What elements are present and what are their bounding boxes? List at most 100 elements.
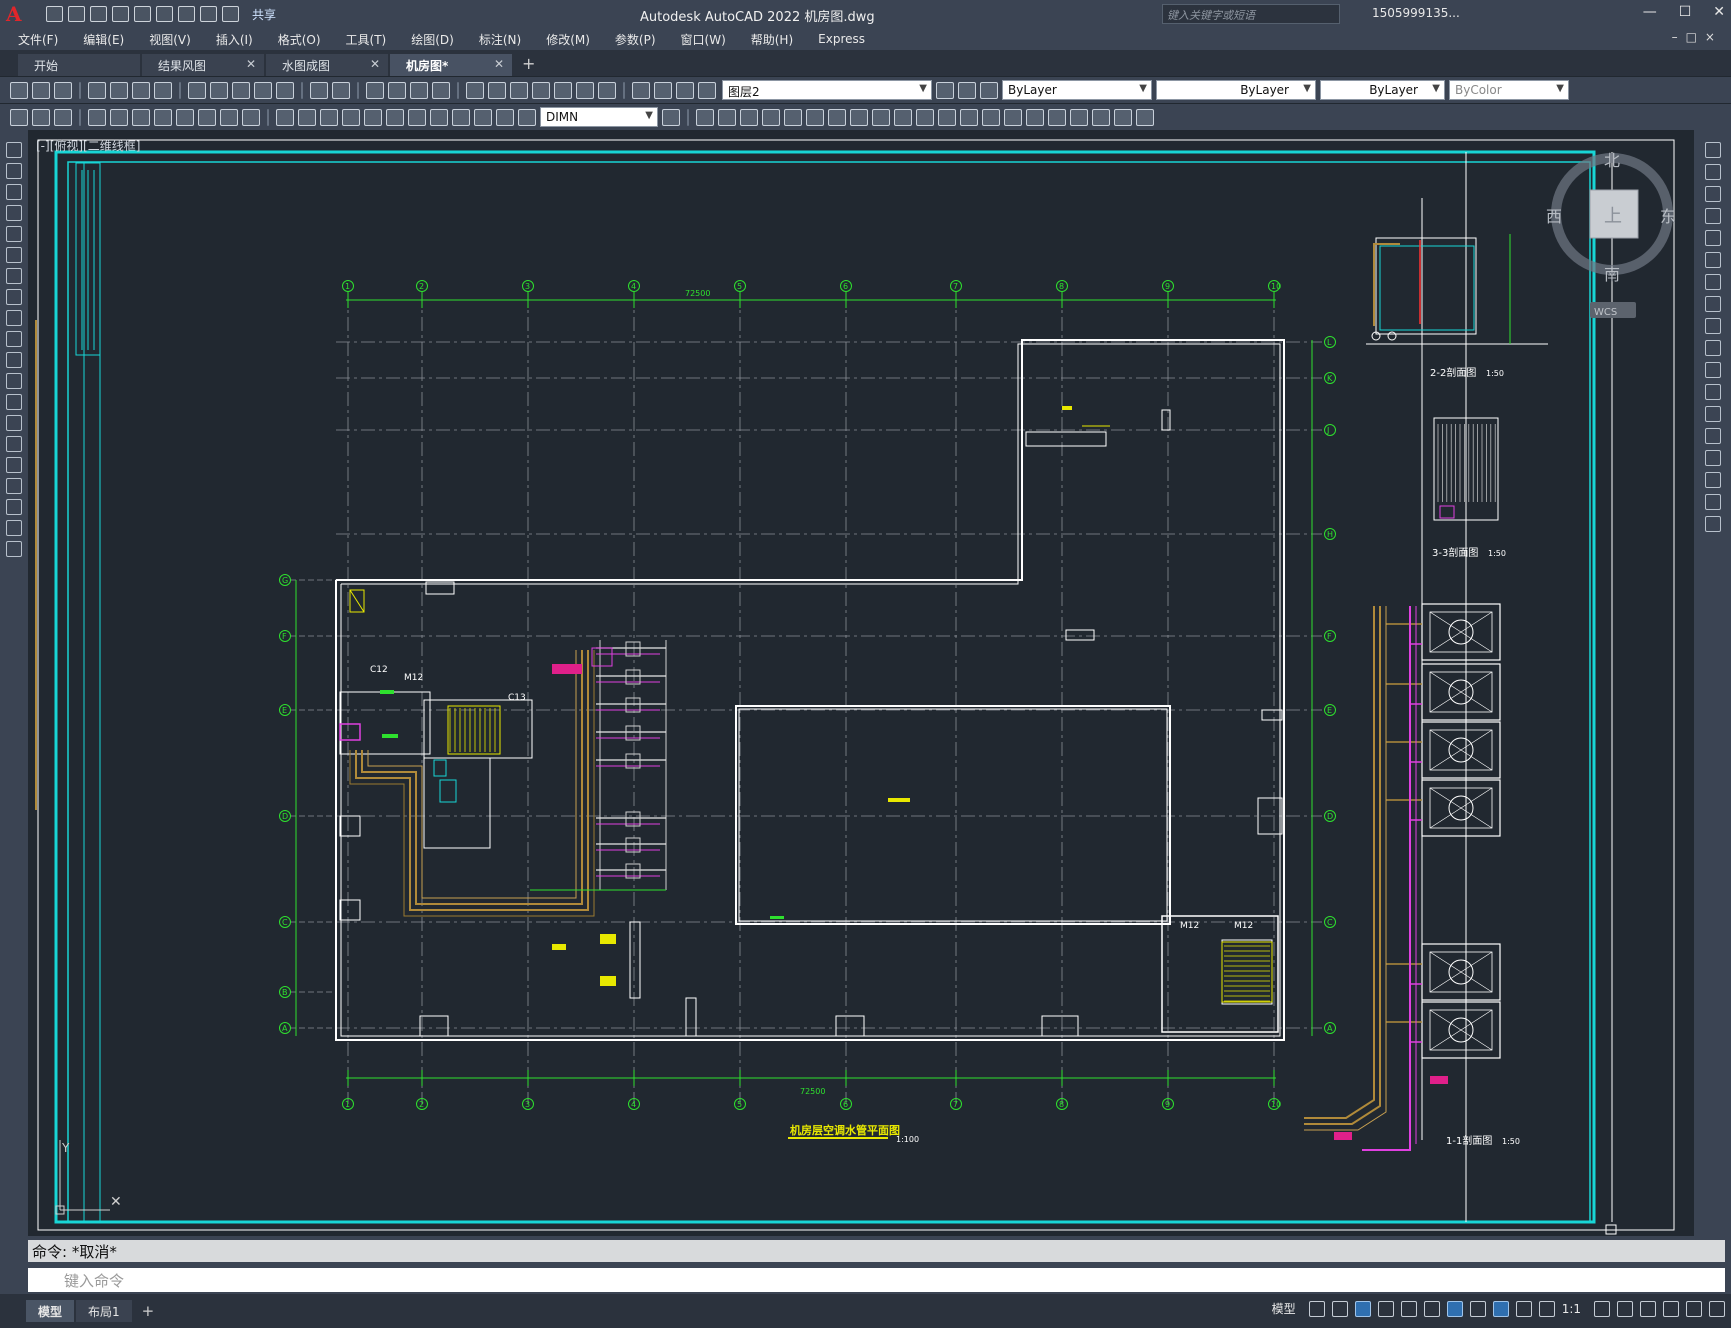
join-icon[interactable]: [938, 108, 956, 126]
mirror-icon[interactable]: [1704, 186, 1721, 202]
spline-icon[interactable]: [6, 310, 22, 326]
publish-icon[interactable]: [132, 81, 150, 99]
save-icon[interactable]: [54, 81, 72, 99]
break-icon[interactable]: [916, 108, 934, 126]
tolerance-icon[interactable]: [386, 108, 404, 126]
move-icon[interactable]: [784, 108, 802, 126]
make-current-layer-icon[interactable]: [936, 81, 954, 99]
linetype-dropdown[interactable]: ByLayer ▼: [1156, 80, 1316, 100]
draw-order-icon[interactable]: [10, 108, 28, 126]
rotate-icon[interactable]: [1704, 274, 1721, 290]
layer-on-icon[interactable]: [654, 81, 672, 99]
hardware-accel-icon[interactable]: [1663, 1300, 1679, 1317]
open-web-icon[interactable]: [134, 6, 151, 22]
properties-icon[interactable]: [466, 81, 484, 99]
tab-start[interactable]: 开始: [18, 54, 140, 76]
tab-water[interactable]: 水图成图 ✕: [266, 54, 388, 76]
add-selected-icon[interactable]: [6, 541, 22, 557]
color-dropdown[interactable]: ByLayer ▼: [1002, 80, 1152, 100]
dimstyle-dropdown[interactable]: DIMN ▼: [540, 107, 658, 127]
annotation-scale-icon[interactable]: [1538, 1300, 1555, 1317]
ellipse-arc-icon[interactable]: [6, 352, 22, 368]
3d-print-icon[interactable]: [154, 81, 172, 99]
erase-icon[interactable]: [1026, 108, 1044, 126]
radius-dim-icon[interactable]: [176, 108, 194, 126]
menu-window[interactable]: 窗口(W): [681, 31, 726, 48]
undo-icon[interactable]: [310, 81, 328, 99]
tab-result-air[interactable]: 结果风图 ✕: [142, 54, 264, 76]
layer-previous-icon[interactable]: [958, 81, 976, 99]
zoom-window-icon[interactable]: [410, 81, 428, 99]
arc-length-icon[interactable]: [132, 108, 150, 126]
blend-icon[interactable]: [1704, 494, 1721, 510]
extend-icon[interactable]: [894, 108, 912, 126]
snap-icon[interactable]: [1331, 1300, 1348, 1317]
menu-modify[interactable]: 修改(M): [546, 31, 590, 48]
layer-states-icon[interactable]: [980, 81, 998, 99]
make-block-icon[interactable]: [6, 394, 22, 410]
zoom-realtime-icon[interactable]: [388, 81, 406, 99]
layer-freeze-icon[interactable]: [676, 81, 694, 99]
object-snap-tracking-icon[interactable]: [1423, 1300, 1440, 1317]
menu-dimension[interactable]: 标注(N): [479, 31, 521, 48]
minimize-icon[interactable]: —: [1643, 4, 1657, 20]
region-icon[interactable]: [6, 478, 22, 494]
break-icon[interactable]: [1704, 406, 1721, 422]
menu-insert[interactable]: 插入(I): [216, 31, 253, 48]
dim-text-edit-icon[interactable]: [496, 108, 514, 126]
new-tab-icon[interactable]: +: [522, 54, 535, 73]
explode-icon[interactable]: [1704, 516, 1721, 532]
offset-icon[interactable]: [1704, 208, 1721, 224]
qnew-icon[interactable]: [10, 81, 28, 99]
cut-icon[interactable]: [188, 81, 206, 99]
stretch-icon[interactable]: [1704, 318, 1721, 334]
redo-icon[interactable]: [332, 81, 350, 99]
extend-icon[interactable]: [1704, 362, 1721, 378]
tab-machine-room[interactable]: 机房图* ✕: [390, 54, 512, 76]
insert-icon[interactable]: [1070, 108, 1088, 126]
block-editor-icon[interactable]: [276, 81, 294, 99]
undo-icon[interactable]: [200, 6, 217, 22]
close-tab-icon[interactable]: ✕: [370, 57, 380, 71]
quick-dim-icon[interactable]: [276, 108, 294, 126]
user-account[interactable]: 1505999135...: [1372, 6, 1460, 20]
rectangle-icon[interactable]: [6, 226, 22, 242]
table-icon[interactable]: [6, 499, 22, 515]
match-properties-icon[interactable]: [254, 81, 272, 99]
jogged-linear-icon[interactable]: [452, 108, 470, 126]
command-input[interactable]: 键入命令: [28, 1268, 1725, 1292]
clean-screen-icon[interactable]: [1686, 1300, 1702, 1317]
document-window-controls[interactable]: –□×: [1672, 30, 1723, 44]
new-file-icon[interactable]: [46, 6, 63, 22]
arc-icon[interactable]: [6, 247, 22, 263]
move-icon[interactable]: [1704, 252, 1721, 268]
help-search-input[interactable]: 键入关键字或短语: [1162, 4, 1340, 24]
scale-icon[interactable]: [1704, 296, 1721, 312]
insert-block-icon[interactable]: [6, 373, 22, 389]
auto-scale-icon[interactable]: [1515, 1300, 1532, 1317]
line-icon[interactable]: [6, 142, 22, 158]
inspection-icon[interactable]: [430, 108, 448, 126]
save-icon[interactable]: [90, 6, 107, 22]
polyline-icon[interactable]: [6, 184, 22, 200]
chamfer-icon[interactable]: [960, 108, 978, 126]
menu-view[interactable]: 视图(V): [149, 31, 191, 48]
trim-icon[interactable]: [1704, 340, 1721, 356]
menu-draw[interactable]: 绘图(D): [411, 31, 454, 48]
customize-menu-icon[interactable]: [1709, 1300, 1725, 1317]
mtext-icon[interactable]: [6, 520, 22, 536]
ortho-icon[interactable]: [1354, 1300, 1371, 1317]
text-front-icon[interactable]: [32, 108, 50, 126]
layer-properties-icon[interactable]: [632, 81, 650, 99]
viewcube[interactable]: 上 北 南 东 西 WCS: [1546, 151, 1676, 318]
hatch-icon[interactable]: [6, 436, 22, 452]
join-icon[interactable]: [1704, 428, 1721, 444]
explode-icon[interactable]: [1004, 108, 1022, 126]
viewcube-wcs[interactable]: WCS: [1594, 307, 1617, 318]
drawing-canvas[interactable]: 72500 72500 1 1 2 2 3 3 4 4 5 5 6 6 7 7 8 8 9 9 10 10 L K J H F…: [28, 130, 1694, 1236]
save-as-icon[interactable]: [112, 6, 129, 22]
share-button[interactable]: 共享: [252, 6, 276, 23]
copy-icon[interactable]: [210, 81, 228, 99]
hatch-back-icon[interactable]: [54, 108, 72, 126]
group-icon[interactable]: [1136, 108, 1154, 126]
